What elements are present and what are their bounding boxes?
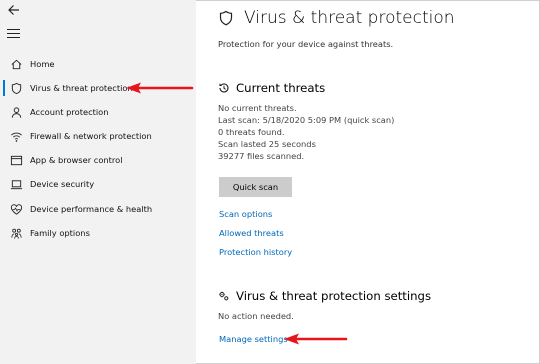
browser-window-icon <box>0 154 30 167</box>
protection-settings-heading: Virus & threat protection settings <box>218 289 431 303</box>
threat-status-text: No current threats. <box>218 103 297 113</box>
settings-status-text: No action needed. <box>218 311 294 321</box>
quick-scan-button[interactable]: Quick scan <box>219 177 292 197</box>
sidebar-item-label: Device security <box>30 179 95 189</box>
manage-settings-link[interactable]: Manage settings <box>219 334 288 344</box>
annotation-arrow-manage-settings <box>284 333 348 345</box>
family-icon <box>0 227 30 240</box>
sidebar-item-account-protection[interactable]: Account protection <box>0 101 196 123</box>
scan-options-link[interactable]: Scan options <box>219 209 272 219</box>
files-scanned-text: 39277 files scanned. <box>218 151 305 161</box>
person-icon <box>0 106 30 119</box>
sidebar-item-label: Family options <box>30 228 90 238</box>
wifi-icon <box>0 130 30 143</box>
sidebar-item-label: Home <box>30 59 55 69</box>
shield-icon <box>0 82 30 95</box>
sidebar-item-firewall[interactable]: Firewall & network protection <box>0 125 196 147</box>
settings-gears-icon <box>219 291 229 301</box>
heart-icon <box>0 203 30 216</box>
back-arrow-icon[interactable] <box>6 2 22 18</box>
scan-duration-text: Scan lasted 25 seconds <box>218 139 316 149</box>
shield-icon <box>219 10 233 25</box>
sidebar: Home Virus & threat protection Account p… <box>0 0 196 364</box>
sidebar-item-label: Device performance & health <box>30 204 153 214</box>
protection-history-link[interactable]: Protection history <box>219 247 292 257</box>
hamburger-menu-icon[interactable] <box>7 29 20 39</box>
page-title-text: Virus & threat protection <box>244 8 455 28</box>
sidebar-item-label: Virus & threat protection <box>30 83 133 93</box>
main-content: Virus & threat protection Protection for… <box>196 0 540 364</box>
page-title: Virus & threat protection <box>218 8 455 28</box>
sidebar-item-label: Account protection <box>30 107 109 117</box>
sidebar-item-app-browser-control[interactable]: App & browser control <box>0 149 196 171</box>
allowed-threats-link[interactable]: Allowed threats <box>219 228 284 238</box>
home-icon <box>0 58 30 71</box>
annotation-arrow-sidebar <box>126 82 194 94</box>
refresh-clock-icon <box>219 83 229 93</box>
threats-found-text: 0 threats found. <box>218 127 285 137</box>
laptop-icon <box>0 178 30 191</box>
current-threats-heading: Current threats <box>218 81 325 95</box>
sidebar-item-label: Firewall & network protection <box>30 131 152 141</box>
sidebar-item-device-performance[interactable]: Device performance & health <box>0 198 196 220</box>
sidebar-item-device-security[interactable]: Device security <box>0 173 196 195</box>
sidebar-item-home[interactable]: Home <box>0 53 196 75</box>
last-scan-text: Last scan: 5/18/2020 5:09 PM (quick scan… <box>218 115 395 125</box>
sidebar-item-label: App & browser control <box>30 155 123 165</box>
page-subtitle: Protection for your device against threa… <box>218 39 394 49</box>
sidebar-item-family-options[interactable]: Family options <box>0 222 196 244</box>
